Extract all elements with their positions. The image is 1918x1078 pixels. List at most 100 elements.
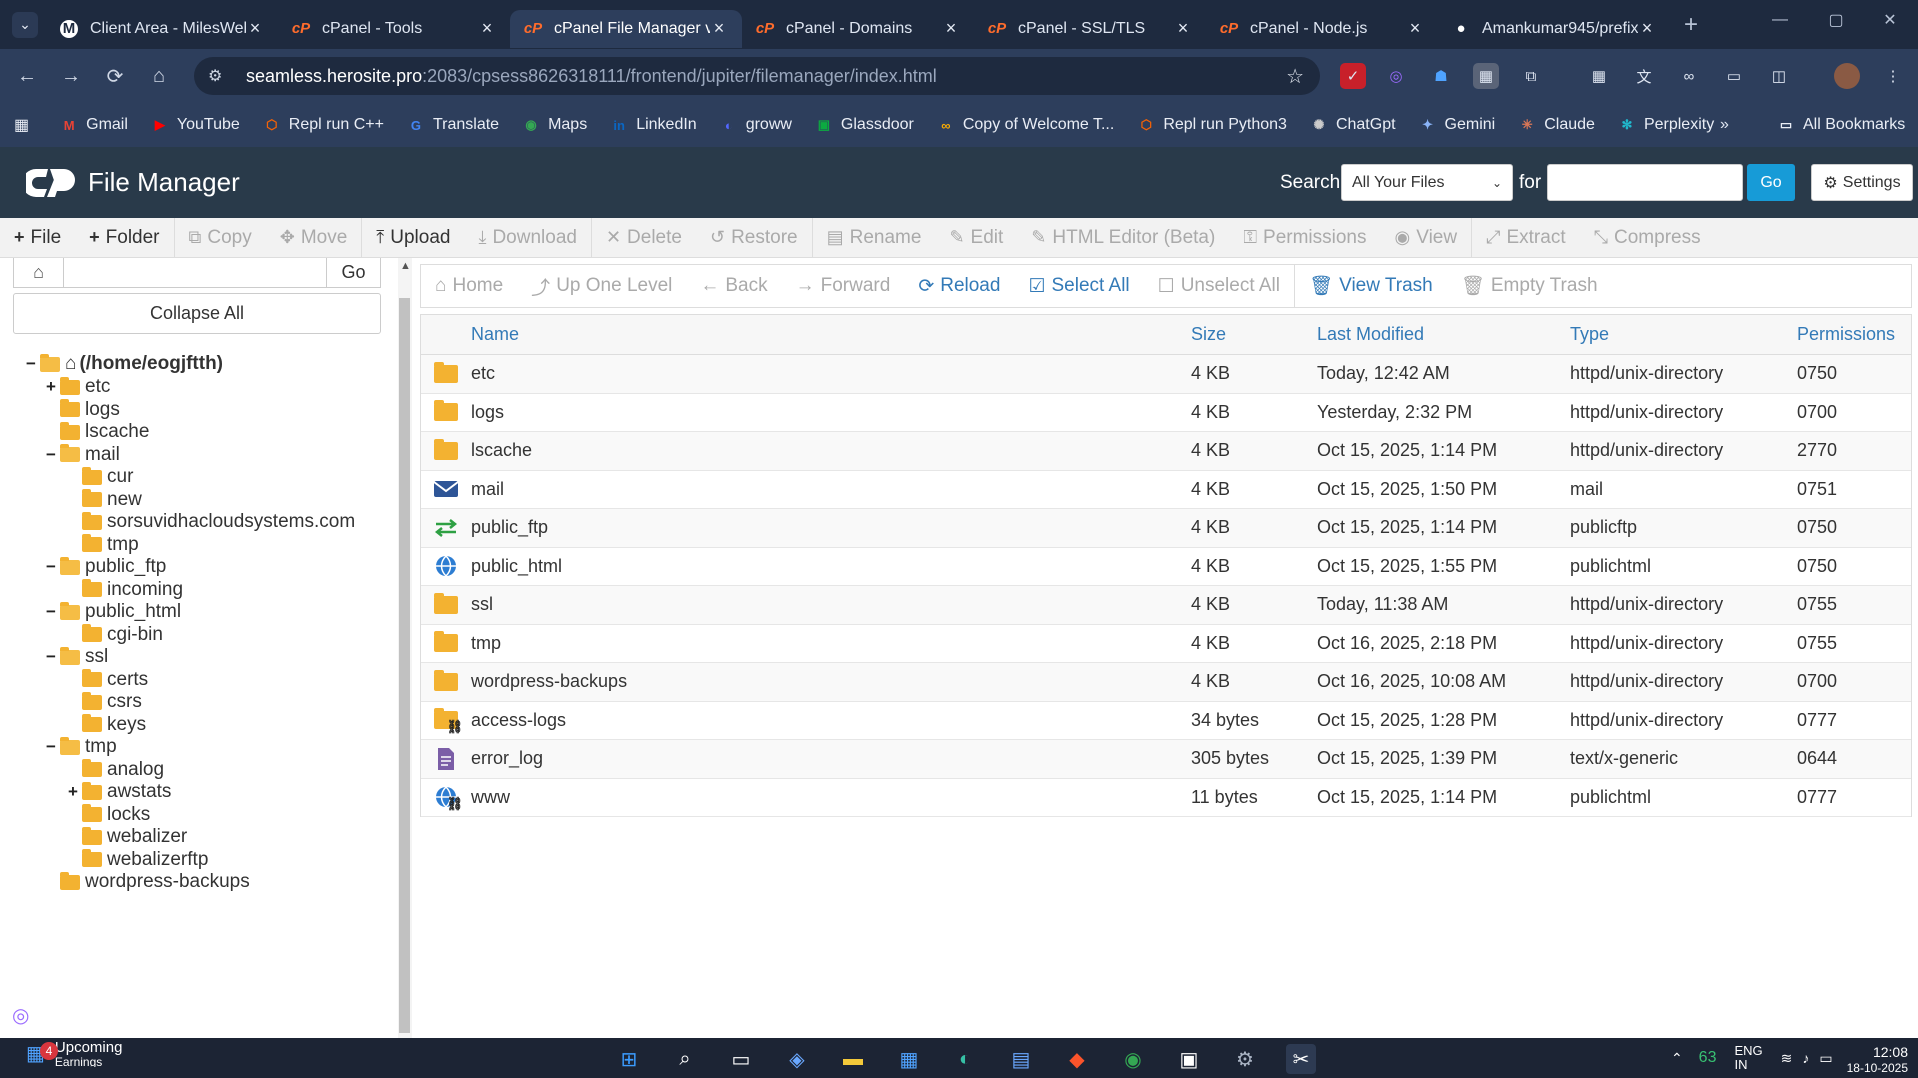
toolbar-extract-button[interactable]: ⤢ Extract bbox=[1486, 227, 1566, 249]
table-row[interactable]: lscache 4 KB Oct 15, 2025, 1:14 PM httpd/un… bbox=[421, 432, 1911, 471]
tree-folder[interactable]: webalizerftp bbox=[66, 848, 208, 872]
new-tab-icon[interactable]: + bbox=[1684, 11, 1698, 39]
extension-floating-icon[interactable]: ◎ bbox=[12, 1003, 29, 1028]
bookmark-item[interactable]: ▣ Glassdoor bbox=[814, 115, 914, 135]
browser-tab[interactable]: cP cPanel - Node.js × bbox=[1206, 10, 1438, 48]
extension-icon[interactable]: ▦ bbox=[1473, 63, 1499, 89]
browser-tab[interactable]: cP cPanel - Tools × bbox=[278, 10, 510, 48]
col-permissions[interactable]: Permissions bbox=[1797, 324, 1907, 345]
toolbar-html-editor-beta-button[interactable]: ✎ HTML Editor (Beta) bbox=[1031, 227, 1215, 249]
table-row[interactable]: error_log 305 bytes Oct 15, 2025, 1:39 PM t… bbox=[421, 740, 1911, 779]
table-row[interactable]: tmp 4 KB Oct 16, 2025, 2:18 PM httpd/unix-d… bbox=[421, 625, 1911, 663]
reload-icon[interactable]: ⟳ bbox=[98, 59, 132, 93]
file-explorer-icon[interactable]: ▬ bbox=[838, 1044, 868, 1074]
table-row[interactable]: ⛓ access-logs 34 bytes Oct 15, 2025, 1:28 P… bbox=[421, 702, 1911, 740]
edge-icon[interactable]: ◐ bbox=[950, 1044, 980, 1074]
scrollbar-thumb[interactable] bbox=[399, 298, 410, 1033]
bookmark-item[interactable]: ◉ Maps bbox=[521, 115, 587, 135]
cpanel-logo-icon[interactable] bbox=[26, 163, 82, 203]
table-row[interactable]: etc 4 KB Today, 12:42 AM httpd/unix-directo… bbox=[421, 355, 1911, 394]
browser-tab[interactable]: cP cPanel - SSL/TLS × bbox=[974, 10, 1206, 48]
bookmark-item[interactable]: ⬡ Repl run C++ bbox=[262, 115, 384, 135]
search-icon[interactable]: ⌕ bbox=[670, 1044, 700, 1074]
browser-tab[interactable]: cP cPanel File Manager v3 × bbox=[510, 9, 742, 48]
notepad-icon[interactable]: ▤ bbox=[1006, 1044, 1036, 1074]
extension-icon[interactable]: ◎ bbox=[1383, 63, 1409, 89]
toolbar-rename-button[interactable]: ▤ Rename bbox=[827, 227, 922, 249]
close-tab-icon[interactable]: × bbox=[1174, 18, 1192, 39]
tree-scrollbar[interactable]: ▲ bbox=[398, 258, 412, 1038]
nav-empty-trash-button[interactable]: 🗑 Empty Trash bbox=[1461, 274, 1598, 298]
back-icon[interactable]: ← bbox=[10, 59, 44, 93]
maximize-icon[interactable]: ▢ bbox=[1808, 0, 1864, 40]
task-view-icon[interactable]: ▭ bbox=[726, 1044, 756, 1074]
wifi-icon[interactable]: ≋ bbox=[1781, 1050, 1793, 1067]
col-type[interactable]: Type bbox=[1570, 324, 1797, 345]
language-indicator[interactable]: ENG IN bbox=[1734, 1044, 1762, 1072]
tree-folder[interactable]: − tmp bbox=[44, 735, 117, 759]
url-bar[interactable]: ⚙ seamless.herosite.pro:2083/cpsess86263… bbox=[194, 57, 1320, 95]
toolbar-edit-button[interactable]: ✎ Edit bbox=[949, 227, 1003, 249]
toolbar-move-button[interactable]: ✥ Move bbox=[280, 227, 348, 249]
nav-back-button[interactable]: ← Back bbox=[700, 275, 767, 297]
tree-folder[interactable]: tmp bbox=[66, 533, 139, 557]
home-icon[interactable]: ⌂ bbox=[142, 59, 176, 93]
browser-tab[interactable]: ● Amankumar945/prefix × bbox=[1438, 10, 1670, 48]
path-input[interactable] bbox=[64, 258, 326, 287]
clock[interactable]: 12:08 18-10-2025 bbox=[1847, 1044, 1908, 1072]
bookmark-item[interactable]: ◐ groww bbox=[719, 115, 792, 135]
bookmark-item[interactable]: ✻ Perplexity bbox=[1617, 115, 1714, 135]
bookmark-item[interactable]: in LinkedIn bbox=[609, 115, 696, 135]
home-icon[interactable]: ⌂ bbox=[14, 258, 64, 287]
nav-reload-button[interactable]: ⟳ Reload bbox=[918, 275, 1000, 298]
more-bookmarks-icon[interactable]: » bbox=[1720, 116, 1729, 134]
tree-folder[interactable]: − public_ftp bbox=[44, 555, 166, 579]
tree-folder[interactable]: lscache bbox=[44, 420, 149, 444]
collapse-toggle-icon[interactable]: − bbox=[44, 445, 58, 465]
collapse-all-button[interactable]: Collapse All bbox=[13, 293, 381, 334]
copilot-icon[interactable]: ◈ bbox=[782, 1044, 812, 1074]
tree-folder[interactable]: csrs bbox=[66, 690, 142, 714]
tree-folder[interactable]: wordpress-backups bbox=[44, 870, 250, 894]
close-tab-icon[interactable]: × bbox=[942, 18, 960, 39]
close-tab-icon[interactable]: × bbox=[246, 18, 264, 39]
tree-folder[interactable]: + etc bbox=[44, 375, 110, 399]
sidepanel-icon[interactable]: ▭ bbox=[1721, 63, 1747, 89]
search-go-button[interactable]: Go bbox=[1747, 164, 1795, 201]
tree-folder[interactable]: keys bbox=[66, 713, 146, 737]
close-window-icon[interactable]: ✕ bbox=[1862, 0, 1918, 40]
battery-icon[interactable]: ▭ bbox=[1819, 1050, 1832, 1067]
extension-icon[interactable]: ☗ bbox=[1428, 63, 1454, 89]
table-row[interactable]: wordpress-backups 4 KB Oct 16, 2025, 10:08… bbox=[421, 663, 1911, 702]
tree-folder[interactable]: cgi-bin bbox=[66, 623, 163, 647]
apps-grid-icon[interactable]: ▦ bbox=[14, 115, 29, 135]
tree-folder[interactable]: incoming bbox=[66, 578, 183, 602]
tab-search-icon[interactable]: ⌄ bbox=[12, 11, 38, 38]
close-tab-icon[interactable]: × bbox=[1406, 18, 1424, 39]
all-bookmarks[interactable]: ▭ All Bookmarks bbox=[1776, 115, 1905, 135]
menu-kebab-icon[interactable]: ⋮ bbox=[1880, 63, 1906, 89]
toolbar-copy-button[interactable]: ⧉ Copy bbox=[189, 227, 252, 249]
collapse-toggle-icon[interactable]: − bbox=[44, 602, 58, 622]
screenshot-icon[interactable]: ◫ bbox=[1766, 63, 1792, 89]
nav-forward-button[interactable]: → Forward bbox=[796, 275, 891, 297]
tree-folder[interactable]: + awstats bbox=[66, 780, 171, 804]
tree-folder[interactable]: − ssl bbox=[44, 645, 108, 669]
expand-toggle-icon[interactable]: + bbox=[66, 782, 80, 802]
grid-icon[interactable]: ▦ bbox=[1586, 63, 1612, 89]
close-tab-icon[interactable]: × bbox=[478, 18, 496, 39]
table-row[interactable]: ⛓ www 11 bytes Oct 15, 2025, 1:14 PM publich… bbox=[421, 779, 1911, 817]
chevron-up-icon[interactable]: ⌃ bbox=[1671, 1050, 1683, 1067]
store-icon[interactable]: ▦ bbox=[894, 1044, 924, 1074]
collapse-toggle-icon[interactable]: − bbox=[24, 354, 38, 374]
table-row[interactable]: public_html 4 KB Oct 15, 2025, 1:55 PM publ… bbox=[421, 548, 1911, 586]
toolbar-permissions-button[interactable]: ⚿ Permissions bbox=[1243, 227, 1366, 249]
nav-select-all-button[interactable]: ☑ Select All bbox=[1028, 275, 1129, 298]
bookmark-star-icon[interactable]: ☆ bbox=[1286, 64, 1304, 89]
minimize-icon[interactable]: — bbox=[1752, 0, 1808, 40]
toolbar-download-button[interactable]: ⤓ Download bbox=[478, 227, 576, 249]
bookmark-item[interactable]: ✦ Gemini bbox=[1418, 115, 1495, 135]
nav-unselect-all-button[interactable]: ☐ Unselect All bbox=[1158, 275, 1280, 298]
search-input[interactable] bbox=[1547, 164, 1743, 201]
scroll-up-icon[interactable]: ▲ bbox=[400, 260, 411, 272]
